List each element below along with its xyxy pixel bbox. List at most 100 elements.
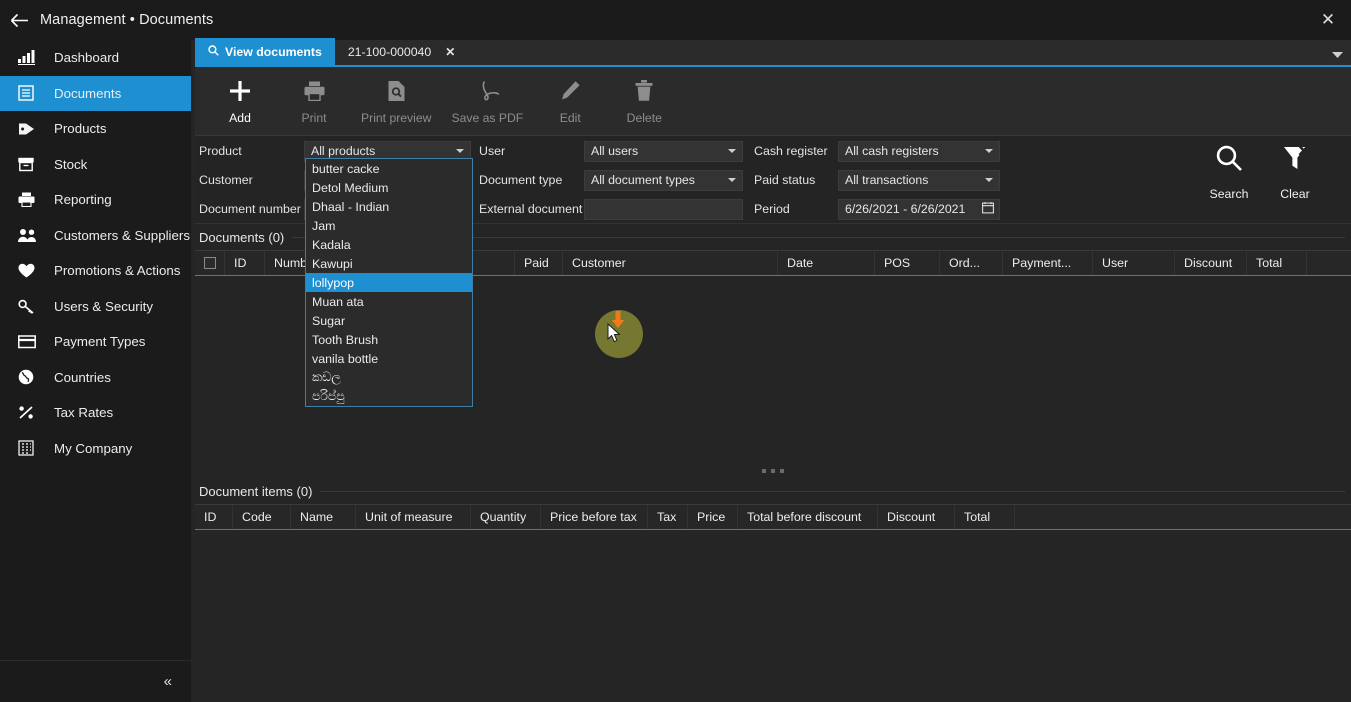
- column-header-discount[interactable]: Discount: [1175, 251, 1247, 275]
- building-icon: [18, 438, 42, 458]
- column-header-user[interactable]: User: [1093, 251, 1175, 275]
- tab-document-21-100-000040[interactable]: 21-100-000040 ✕: [335, 38, 468, 65]
- sidebar-item-users-security[interactable]: Users & Security: [0, 289, 191, 325]
- chevron-down-icon: [985, 178, 993, 182]
- filter-actions: Search Clear: [1205, 144, 1319, 201]
- dropdown-option[interactable]: Dhaal - Indian: [306, 197, 472, 216]
- product-dropdown-list[interactable]: butter cacke Detol Medium Dhaal - Indian Ja…: [305, 158, 473, 407]
- panel-splitter[interactable]: [195, 464, 1351, 478]
- sidebar-item-tax-rates[interactable]: Tax Rates: [0, 395, 191, 431]
- chevron-down-icon: [456, 149, 464, 153]
- column-header-unit-of-measure[interactable]: Unit of measure: [356, 505, 471, 529]
- external-document-input[interactable]: [584, 198, 743, 220]
- sidebar-item-payment-types[interactable]: Payment Types: [0, 324, 191, 360]
- sidebar-item-countries[interactable]: Countries: [0, 360, 191, 396]
- dropdown-option[interactable]: vanila bottle: [306, 349, 472, 368]
- edit-button[interactable]: Edit: [533, 70, 607, 132]
- dropdown-option[interactable]: Kawupi: [306, 254, 472, 273]
- column-header-label: Name: [300, 510, 334, 524]
- dropdown-option[interactable]: lollypop: [306, 273, 472, 292]
- column-header-total-before-discount[interactable]: Total before discount: [738, 505, 878, 529]
- column-header-quantity[interactable]: Quantity: [471, 505, 541, 529]
- delete-button-label: Delete: [626, 110, 662, 125]
- save-as-pdf-button[interactable]: Save as PDF: [441, 70, 533, 132]
- print-preview-button[interactable]: Print preview: [351, 70, 441, 132]
- column-header-id[interactable]: ID: [195, 505, 233, 529]
- period-date-range[interactable]: 6/26/2021 - 6/26/2021: [838, 198, 1000, 220]
- sidebar-item-my-company[interactable]: My Company: [0, 431, 191, 467]
- dropdown-option[interactable]: Tooth Brush: [306, 330, 472, 349]
- percent-icon: [18, 403, 42, 423]
- sidebar-item-promotions-actions[interactable]: Promotions & Actions: [0, 253, 191, 289]
- sidebar-item-stock[interactable]: Stock: [0, 147, 191, 183]
- sidebar-item-documents[interactable]: Documents: [0, 75, 191, 111]
- paid-status-select[interactable]: All transactions: [838, 169, 1000, 191]
- column-header-paid[interactable]: Paid: [515, 251, 563, 275]
- sidebar-item-reporting[interactable]: Reporting: [0, 182, 191, 218]
- column-header-customer[interactable]: Customer: [563, 251, 778, 275]
- column-header-tax[interactable]: Tax: [648, 505, 688, 529]
- filter-group-right: Cash register All cash registers Paid st…: [754, 140, 1000, 220]
- column-header-total[interactable]: Total: [955, 505, 1015, 529]
- print-button[interactable]: Print: [277, 70, 351, 132]
- column-header-payment[interactable]: Payment...: [1003, 251, 1093, 275]
- close-icon[interactable]: ✕: [445, 45, 455, 59]
- column-header-label: Total: [1256, 256, 1283, 270]
- column-header-discount[interactable]: Discount: [878, 505, 955, 529]
- column-header-select-all[interactable]: [195, 251, 225, 275]
- sidebar-item-customers-suppliers[interactable]: Customers & Suppliers: [0, 218, 191, 254]
- close-window-button[interactable]: ✕: [1305, 0, 1351, 40]
- sidebar-item-label: Dashboard: [54, 50, 120, 66]
- user-select[interactable]: All users: [584, 140, 743, 162]
- dropdown-option[interactable]: Detol Medium: [306, 178, 472, 197]
- column-header-name[interactable]: Name: [291, 505, 356, 529]
- cash-register-select-value: All cash registers: [845, 144, 939, 158]
- tag-icon: [18, 119, 42, 139]
- column-header-pos[interactable]: POS: [875, 251, 940, 275]
- filter-row-document-type: Document type All document types: [479, 169, 743, 191]
- product-label: Product: [199, 144, 242, 158]
- column-header-total[interactable]: Total: [1247, 251, 1307, 275]
- paid-status-label: Paid status: [754, 173, 816, 187]
- column-header-ord[interactable]: Ord...: [940, 251, 1003, 275]
- document-items-section: Document items (0) ID Code Name Unit of mea…: [195, 478, 1351, 690]
- dropdown-option[interactable]: Kadala: [306, 235, 472, 254]
- cash-register-select[interactable]: All cash registers: [838, 140, 1000, 162]
- calendar-icon[interactable]: [982, 202, 994, 217]
- dropdown-option[interactable]: Sugar: [306, 311, 472, 330]
- tab-view-documents[interactable]: View documents: [195, 38, 335, 65]
- chevron-down-icon[interactable]: [1332, 51, 1343, 61]
- document-items-grid-body[interactable]: [195, 530, 1351, 690]
- collapse-sidebar-button[interactable]: «: [158, 669, 177, 694]
- tab-strip: View documents 21-100-000040 ✕: [195, 38, 1351, 67]
- column-header-code[interactable]: Code: [233, 505, 291, 529]
- column-header-price[interactable]: Price: [688, 505, 738, 529]
- back-arrow-icon[interactable]: [0, 0, 38, 40]
- add-button-label: Add: [229, 110, 251, 125]
- column-header-id[interactable]: ID: [225, 251, 265, 275]
- dropdown-option[interactable]: පරිප්පු: [306, 387, 472, 406]
- delete-button[interactable]: Delete: [607, 70, 681, 132]
- column-header-label: User: [1102, 256, 1129, 270]
- sidebar-item-dashboard[interactable]: Dashboard: [0, 40, 191, 76]
- column-header-price-before-tax[interactable]: Price before tax: [541, 505, 648, 529]
- pdf-icon: [474, 78, 500, 104]
- select-all-checkbox[interactable]: [203, 257, 216, 269]
- document-number-label: Document number: [199, 202, 301, 216]
- dropdown-option[interactable]: කඩල: [306, 368, 472, 387]
- column-header-label: Unit of measure: [365, 510, 453, 524]
- sidebar-item-label: Customers & Suppliers: [54, 227, 190, 243]
- dropdown-option[interactable]: butter cacke: [306, 159, 472, 178]
- dropdown-option[interactable]: Muan ata: [306, 292, 472, 311]
- people-icon: [18, 225, 42, 245]
- document-type-select[interactable]: All document types: [584, 169, 743, 191]
- documents-section-title: Documents (0): [199, 229, 285, 245]
- document-items-grid-header: ID Code Name Unit of measure Quantity Price b…: [195, 504, 1351, 530]
- column-header-date[interactable]: Date: [778, 251, 875, 275]
- search-button[interactable]: Search: [1205, 144, 1253, 201]
- clear-filters-button[interactable]: Clear: [1271, 144, 1319, 201]
- dropdown-option[interactable]: Jam: [306, 216, 472, 235]
- add-button[interactable]: Add: [203, 70, 277, 132]
- funnel-clear-icon: [1281, 144, 1309, 177]
- sidebar-item-products[interactable]: Products: [0, 111, 191, 147]
